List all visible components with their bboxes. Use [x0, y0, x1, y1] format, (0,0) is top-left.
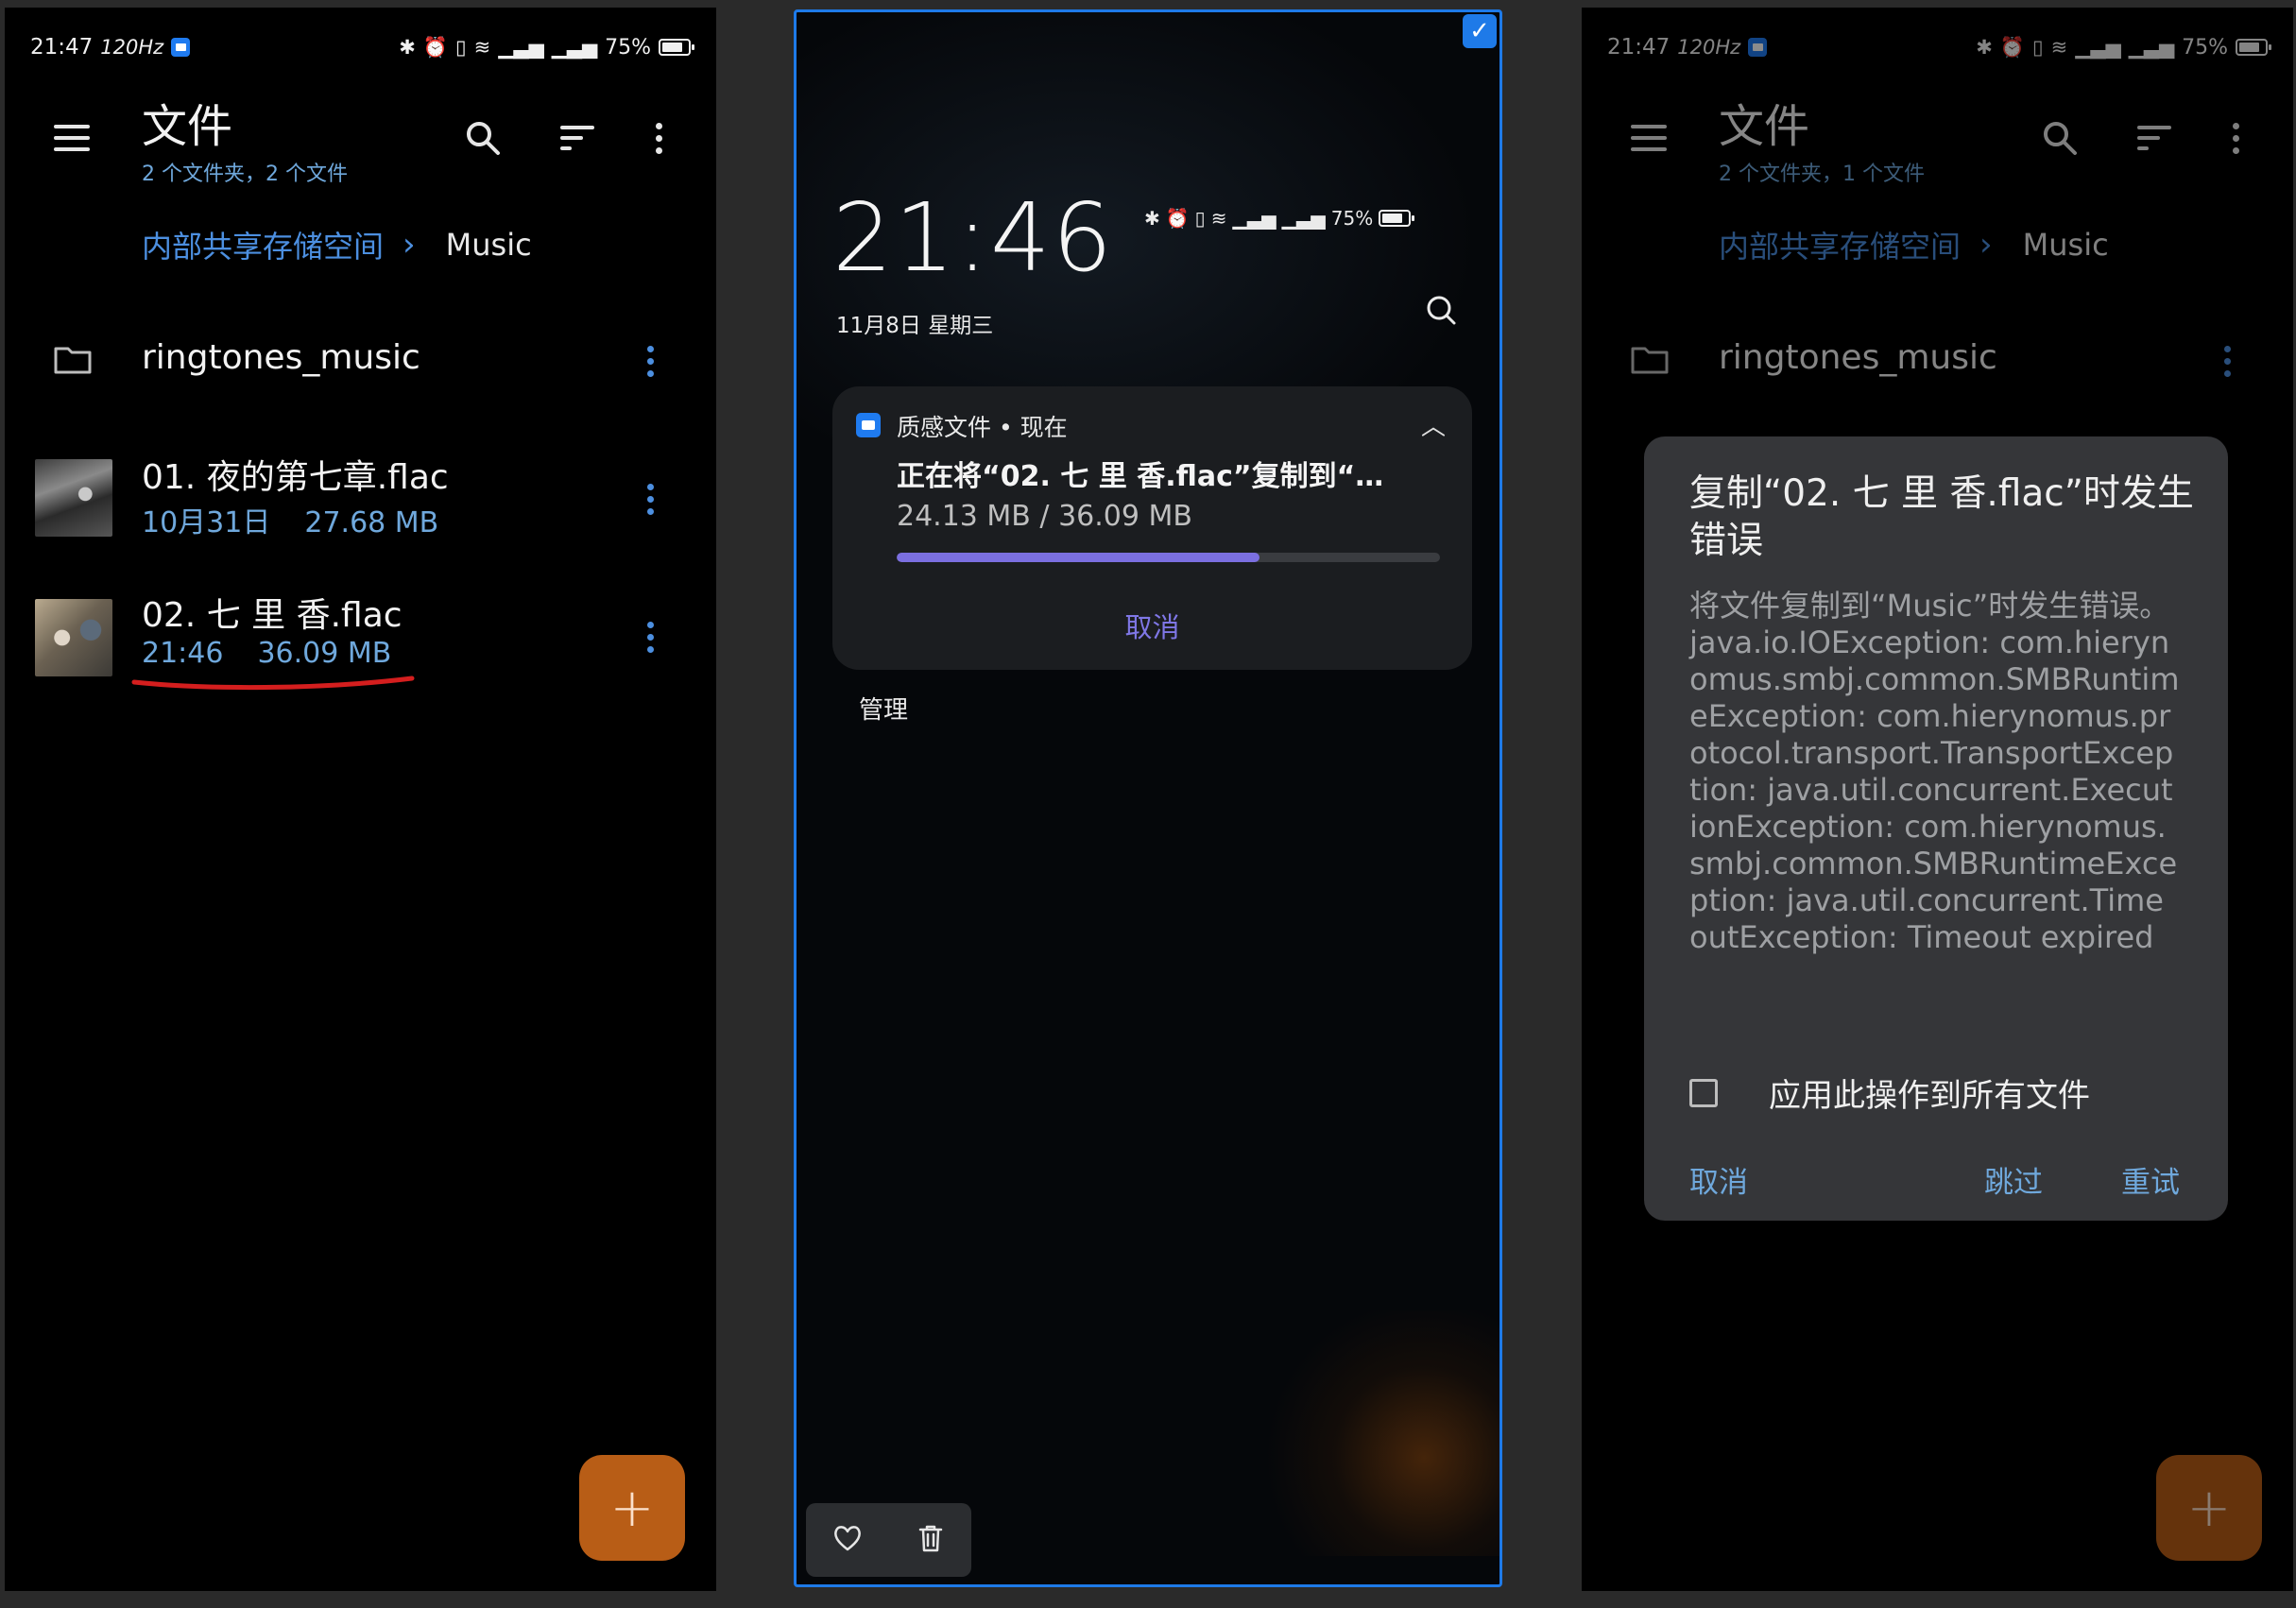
top-app-bar: 文件 2 个文件夹，2 个文件	[5, 89, 716, 193]
folder-name: ringtones_music	[142, 338, 420, 377]
menu-icon[interactable]	[54, 125, 90, 151]
manage-button[interactable]: 管理	[859, 691, 908, 726]
more-options-icon[interactable]	[647, 484, 654, 515]
breadcrumb-current[interactable]: Music	[446, 227, 532, 263]
album-thumbnail	[35, 459, 112, 537]
refresh-rate: 120Hz	[100, 36, 164, 59]
file-size: 27.68 MB	[304, 506, 439, 539]
alarm-icon: ⏰	[422, 35, 449, 59]
apply-to-all-row[interactable]: 应用此操作到所有文件	[1689, 1069, 2090, 1116]
album-thumbnail	[35, 599, 112, 676]
battery-percent: 75%	[1330, 207, 1374, 230]
signal-icon-2: ▁▃▅	[1281, 207, 1326, 230]
sort-icon[interactable]	[553, 113, 602, 163]
file-meta: 10月31日 27.68 MB	[142, 499, 438, 540]
app-notification-icon	[171, 38, 191, 57]
lockscreen-status-icons: ✱ ⏰ ▯ ≋ ▁▃▅ ▁▃▅ 75%	[1144, 207, 1415, 230]
vibrate-icon: ▯	[1194, 207, 1206, 230]
list-item-file[interactable]: 01. 夜的第七章.flac 10月31日 27.68 MB	[5, 450, 716, 544]
apply-to-all-label: 应用此操作到所有文件	[1769, 1077, 2090, 1115]
trash-icon[interactable]	[917, 1523, 945, 1557]
bottom-action-bar	[806, 1503, 971, 1577]
notification-app-name: 质感文件	[897, 414, 992, 441]
page-title: 文件	[142, 100, 233, 153]
more-options-icon[interactable]	[634, 113, 683, 163]
copy-progress-notification[interactable]: 质感文件 • 现在 ︿ 正在将“02. 七 里 香.flac”复制到“… 24.…	[832, 386, 1472, 670]
file-date: 21:46	[142, 637, 224, 670]
battery-icon	[1379, 210, 1415, 227]
signal-icon: ▁▃▅	[498, 36, 544, 59]
cancel-button[interactable]: 取消	[832, 606, 1472, 645]
heart-icon[interactable]	[832, 1524, 863, 1556]
skip-button[interactable]: 跳过	[1984, 1158, 2043, 1201]
battery-icon	[659, 39, 694, 56]
copy-error-dialog: 复制“02. 七 里 香.flac”时发生错误 将文件复制到“Music”时发生…	[1644, 436, 2228, 1221]
vibrate-icon: ▯	[455, 36, 467, 59]
status-time: 21:47	[30, 35, 94, 60]
file-name: 02. 七 里 香.flac	[142, 596, 403, 635]
list-item-file[interactable]: 02. 七 里 香.flac 21:46 36.09 MB	[5, 588, 716, 682]
red-annotation-underline	[131, 676, 415, 691]
signal-icon-2: ▁▃▅	[551, 36, 598, 59]
progress-text: 24.13 MB / 36.09 MB	[897, 500, 1192, 533]
signal-icon: ▁▃▅	[1232, 207, 1277, 230]
chevron-up-icon[interactable]: ︿	[1421, 407, 1446, 442]
chevron-right-icon: ›	[403, 226, 416, 264]
dialog-message: 将文件复制到“Music”时发生错误。 java.io.IOException:…	[1689, 588, 2180, 955]
bluetooth-icon: ✱	[399, 36, 416, 59]
search-icon[interactable]	[458, 113, 507, 163]
screenshot-collage: 21:47 120Hz ✱ ⏰ ▯ ≋ ▁▃▅ ▁▃▅ 75% 文件 2 个文件…	[0, 0, 2296, 1608]
status-bar: 21:47 120Hz ✱ ⏰ ▯ ≋ ▁▃▅ ▁▃▅ 75%	[30, 26, 694, 68]
more-options-icon[interactable]	[647, 346, 654, 377]
breadcrumb: 内部共享存储空间 › Music	[142, 223, 532, 266]
checkmark-icon[interactable]: ✓	[1463, 14, 1497, 48]
notification-header: 质感文件 • 现在	[897, 409, 1068, 443]
middle-phone-lock-screen: ✓ 21:46 11月8日 星期三 ✱ ⏰ ▯ ≋ ▁▃▅ ▁▃▅ 75% 质感…	[794, 9, 1502, 1587]
progress-bar	[897, 553, 1440, 562]
notification-time: 现在	[1019, 414, 1068, 441]
cancel-button[interactable]: 取消	[1689, 1158, 1748, 1201]
add-fab-button[interactable]: +	[579, 1455, 685, 1561]
left-phone-file-manager: 21:47 120Hz ✱ ⏰ ▯ ≋ ▁▃▅ ▁▃▅ 75% 文件 2 个文件…	[5, 8, 716, 1591]
wallpaper-glow	[1254, 1310, 1499, 1556]
list-item-folder[interactable]: ringtones_music	[5, 317, 716, 412]
more-options-icon[interactable]	[647, 622, 654, 653]
battery-percent: 75%	[605, 35, 651, 60]
separator-dot: •	[998, 414, 1020, 441]
page-subtitle: 2 个文件夹，2 个文件	[142, 163, 348, 186]
file-meta: 21:46 36.09 MB	[142, 637, 391, 670]
wifi-icon: ≋	[473, 36, 491, 59]
lockscreen-date: 11月8日 星期三	[836, 314, 994, 338]
file-size: 36.09 MB	[257, 637, 392, 670]
apply-to-all-checkbox[interactable]	[1689, 1078, 1718, 1107]
search-icon[interactable]	[1425, 294, 1457, 330]
file-date: 10月31日	[142, 506, 271, 539]
retry-button[interactable]: 重试	[2121, 1158, 2180, 1201]
bluetooth-icon: ✱	[1144, 207, 1160, 230]
lockscreen-clock: 21:46	[832, 182, 1115, 293]
progress-fill	[897, 553, 1260, 562]
app-icon	[856, 413, 881, 437]
wifi-icon: ≋	[1210, 207, 1227, 230]
breadcrumb-root[interactable]: 内部共享存储空间	[142, 223, 384, 266]
right-phone-file-manager-error: 21:47 120Hz ✱ ⏰ ▯ ≋ ▁▃▅ ▁▃▅ 75% 文件 2 个文件…	[1582, 8, 2293, 1591]
notification-title: 正在将“02. 七 里 香.flac”复制到“…	[897, 460, 1384, 493]
file-name: 01. 夜的第七章.flac	[142, 458, 449, 497]
alarm-icon: ⏰	[1165, 207, 1190, 230]
dialog-title: 复制“02. 七 里 香.flac”时发生错误	[1689, 472, 2194, 562]
folder-icon	[54, 347, 92, 374]
